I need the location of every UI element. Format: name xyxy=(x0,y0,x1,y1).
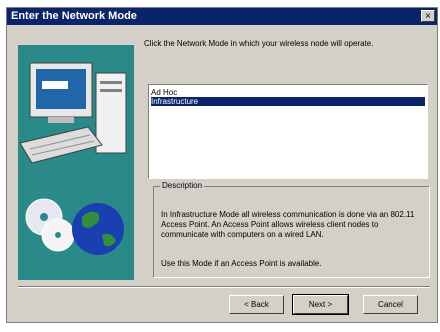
back-button[interactable]: < Back xyxy=(229,295,284,314)
list-item-ad-hoc[interactable]: Ad Hoc xyxy=(151,88,177,97)
description-note: Use this Mode if an Access Point is avai… xyxy=(161,259,322,268)
list-item-infrastructure[interactable]: Infrastructure xyxy=(151,97,425,106)
separator xyxy=(18,286,430,288)
instruction-text: Click the Network Mode in which your wir… xyxy=(144,39,374,48)
window-title: Enter the Network Mode xyxy=(11,10,137,22)
cancel-button[interactable]: Cancel xyxy=(363,295,418,314)
title-bar[interactable]: Enter the Network Mode × xyxy=(7,8,437,25)
globe-icon xyxy=(72,203,124,255)
close-button[interactable]: × xyxy=(421,10,435,22)
description-text: In Infrastructure Mode all wireless comm… xyxy=(161,210,415,239)
next-button[interactable]: Next > xyxy=(292,294,349,315)
wizard-illustration xyxy=(18,45,134,280)
description-label: Description xyxy=(160,181,205,190)
description-group: Description In Infrastructure Mode all w… xyxy=(153,181,430,278)
network-mode-list[interactable]: Ad Hoc Infrastructure xyxy=(148,84,428,179)
close-icon: × xyxy=(425,11,431,22)
